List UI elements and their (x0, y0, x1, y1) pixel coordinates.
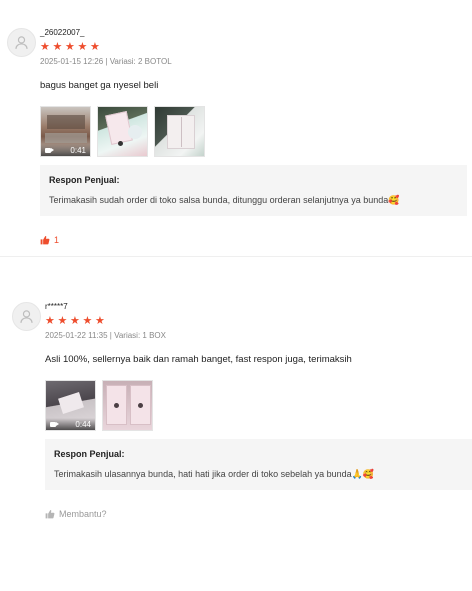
user-icon (20, 310, 33, 323)
star-rating: ★ ★ ★ ★ ★ (40, 42, 472, 53)
seller-response: Respon Penjual: Terimakasih ulasannya bu… (45, 439, 472, 490)
seller-response-body: Terimakasih sudah order di toko salsa bu… (49, 195, 389, 205)
review-comment: bagus banget ga nyesel beli (40, 80, 159, 91)
thumbs-up-icon (45, 509, 55, 519)
reviewer-username: r*****7 (45, 302, 68, 311)
video-camera-icon (45, 147, 54, 154)
reviewer-username: _26022007_ (40, 28, 85, 37)
star-icon: ★ (82, 315, 93, 327)
star-icon: ★ (77, 41, 88, 53)
star-icon: ★ (90, 41, 100, 53)
star-icon: ★ (70, 315, 80, 327)
thumbs-up-icon (40, 235, 50, 245)
helpful-label: Membantu? (59, 509, 107, 519)
review-meta: 2025-01-15 12:26 | Variasi: 2 BOTOL (40, 57, 172, 66)
star-icon: ★ (52, 41, 63, 53)
seller-response: Respon Penjual: Terimakasih sudah order … (40, 165, 467, 216)
pray-smile-emoji-icon: 🙏🥰 (351, 469, 375, 479)
seller-response-body: Terimakasih ulasannya bunda, hati hati j… (54, 469, 352, 479)
review-divider (0, 256, 472, 257)
avatar[interactable] (12, 302, 41, 331)
image-thumbnail[interactable] (102, 380, 153, 431)
video-thumbnail[interactable]: 0:41 (40, 106, 91, 157)
video-duration: 0:44 (75, 419, 91, 429)
video-thumbnail[interactable]: 0:44 (45, 380, 96, 431)
user-icon (15, 36, 28, 49)
image-thumbnail[interactable] (97, 106, 148, 157)
star-icon: ★ (95, 315, 105, 327)
star-icon: ★ (40, 41, 50, 53)
star-icon: ★ (65, 41, 75, 53)
review-media: 0:41 (40, 106, 472, 157)
review-media: 0:44 (45, 380, 472, 431)
like-count: 1 (54, 235, 60, 245)
seller-response-text: Terimakasih ulasannya bunda, hati hati j… (54, 468, 463, 480)
smiling-face-emoji-icon: 🥰 (388, 195, 400, 205)
star-icon: ★ (57, 315, 68, 327)
video-camera-icon (50, 421, 59, 428)
star-rating: ★ ★ ★ ★ ★ (45, 316, 472, 327)
video-duration: 0:41 (70, 145, 86, 155)
seller-response-title: Respon Penjual: (49, 175, 120, 185)
image-thumbnail[interactable] (154, 106, 205, 157)
helpful-button[interactable]: Membantu? (45, 509, 472, 519)
seller-response-text: Terimakasih sudah order di toko salsa bu… (49, 194, 458, 206)
like-button[interactable]: 1 (40, 235, 472, 245)
review-comment: Asli 100%, sellernya baik dan ramah bang… (45, 354, 352, 365)
seller-response-title: Respon Penjual: (54, 449, 125, 459)
star-icon: ★ (45, 315, 55, 327)
avatar[interactable] (7, 28, 36, 57)
review-meta: 2025-01-22 11:35 | Variasi: 1 BOX (45, 331, 166, 340)
